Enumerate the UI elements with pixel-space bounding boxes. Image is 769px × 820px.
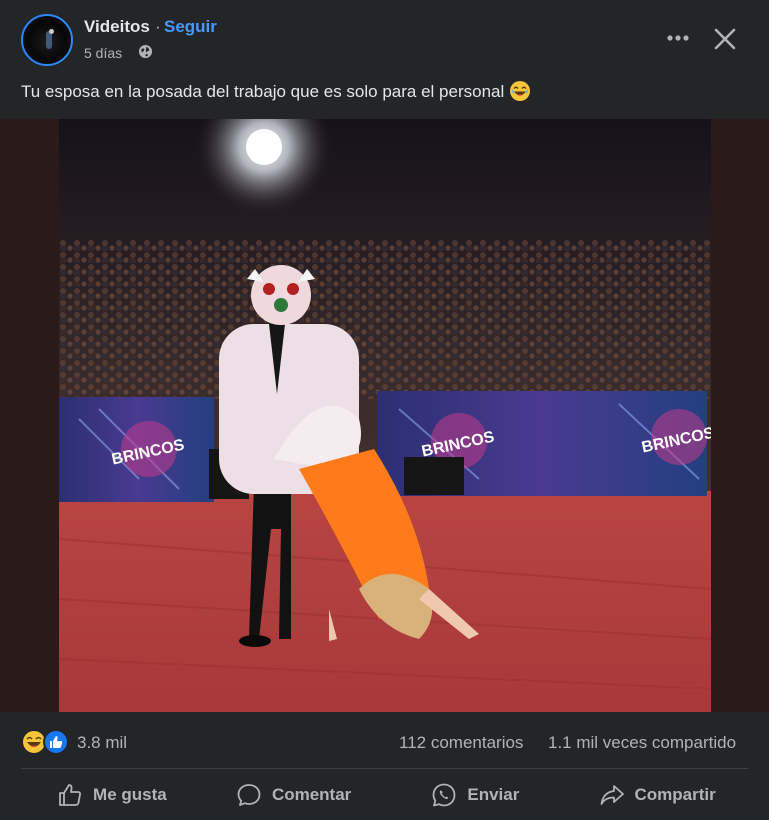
photo-scene: BRINCOS BRINCOS BRINCOS	[59, 119, 711, 712]
actions-divider	[21, 768, 748, 769]
close-icon[interactable]	[712, 26, 738, 52]
reactions-count[interactable]: 3.8 mil	[77, 733, 127, 753]
share-button[interactable]: Compartir	[566, 772, 748, 818]
send-label: Enviar	[467, 785, 520, 804]
post-actions-bar: Me gusta Comentar Enviar Compartir	[21, 772, 748, 818]
comment-button[interactable]: Comentar	[203, 772, 385, 818]
page-name-link[interactable]: Videitos	[84, 17, 150, 37]
post-photo[interactable]: BRINCOS BRINCOS BRINCOS	[59, 119, 711, 712]
globe-icon	[138, 44, 153, 59]
comment-bubble-icon	[237, 784, 261, 806]
comment-label: Comentar	[271, 785, 352, 804]
post-timestamp[interactable]: 5 días	[84, 45, 122, 61]
like-button[interactable]: Me gusta	[21, 772, 203, 818]
laughing-emoji-icon	[510, 81, 531, 101]
share-label: Compartir	[634, 785, 716, 804]
thumbs-up-icon	[59, 784, 82, 806]
share-arrow-icon	[600, 785, 624, 805]
haha-reaction-icon	[21, 729, 47, 755]
reactions-icons[interactable]	[21, 729, 71, 755]
caption-text: Tu esposa en la posada del trabajo que e…	[21, 82, 505, 101]
post-caption: Tu esposa en la posada del trabajo que e…	[21, 81, 531, 102]
like-label: Me gusta	[93, 785, 167, 804]
avatar-figure-head	[49, 29, 54, 34]
follow-button[interactable]: Seguir	[164, 17, 217, 37]
avatar-image	[27, 20, 67, 60]
like-reaction-icon	[43, 729, 69, 755]
shares-count[interactable]: 1.1 mil veces compartido	[548, 733, 736, 753]
post-header: Videitos · Seguir 5 días	[0, 0, 769, 78]
more-options-icon[interactable]	[664, 28, 692, 48]
send-button[interactable]: Enviar	[385, 772, 567, 818]
name-separator: ·	[155, 17, 161, 36]
page-avatar[interactable]	[21, 14, 73, 66]
whatsapp-icon	[432, 783, 456, 807]
comments-count[interactable]: 112 comentarios	[399, 733, 523, 753]
